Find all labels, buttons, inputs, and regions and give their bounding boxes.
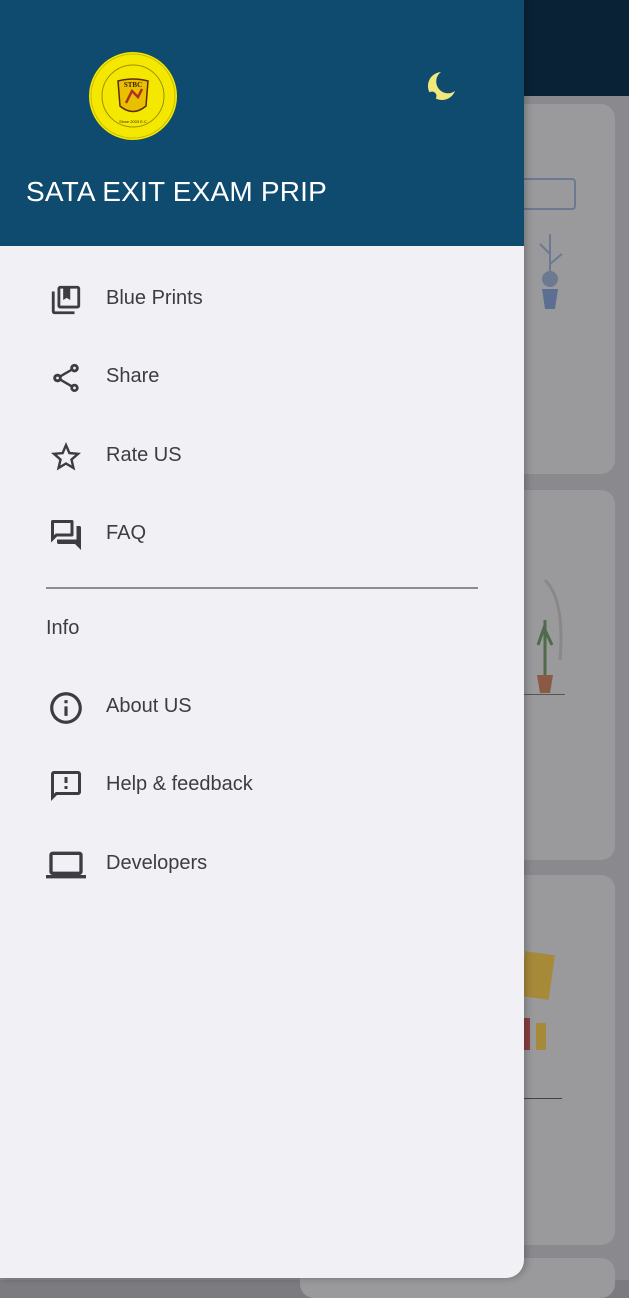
moon-icon xyxy=(427,72,455,101)
section-header-info: Info xyxy=(46,617,80,639)
star-outline-icon xyxy=(46,437,86,477)
app-title: SATA EXIT EXAM PRIP xyxy=(26,176,327,207)
drawer-header: STBC Since 2003 E.C SATA EXIT EXAM PRIP xyxy=(0,0,524,246)
menu-item-label: About US xyxy=(106,695,192,717)
menu-item-help-feedback[interactable]: Help & feedback xyxy=(0,754,524,818)
feedback-icon xyxy=(46,766,86,806)
svg-text:STBC: STBC xyxy=(124,81,142,89)
background-rule xyxy=(520,1098,562,1099)
share-icon xyxy=(46,358,86,398)
menu-item-label: Help & feedback xyxy=(106,773,253,795)
menu-item-share[interactable]: Share xyxy=(0,346,524,410)
laptop-icon xyxy=(46,845,86,885)
menu-item-label: Blue Prints xyxy=(106,287,203,309)
menu-item-developers[interactable]: Developers xyxy=(0,833,524,897)
svg-text:Since 2003 E.C: Since 2003 E.C xyxy=(119,119,147,124)
menu-item-blue-prints[interactable]: Blue Prints xyxy=(0,268,524,332)
forum-icon xyxy=(46,515,86,555)
menu-divider xyxy=(46,587,478,589)
theme-toggle-button[interactable] xyxy=(418,66,460,108)
info-icon xyxy=(46,688,86,728)
navigation-drawer: STBC Since 2003 E.C SATA EXIT EXAM PRIP … xyxy=(0,0,524,1278)
library-books-icon xyxy=(46,280,86,320)
menu-item-faq[interactable]: FAQ xyxy=(0,503,524,567)
menu-item-about-us[interactable]: About US xyxy=(0,676,524,740)
menu-item-label: Share xyxy=(106,365,160,387)
college-logo: STBC Since 2003 E.C xyxy=(88,51,178,141)
menu-item-label: Rate US xyxy=(106,444,182,466)
menu-item-rate-us[interactable]: Rate US xyxy=(0,425,524,489)
menu-item-label: FAQ xyxy=(106,522,147,544)
menu-item-label: Developers xyxy=(106,852,208,874)
